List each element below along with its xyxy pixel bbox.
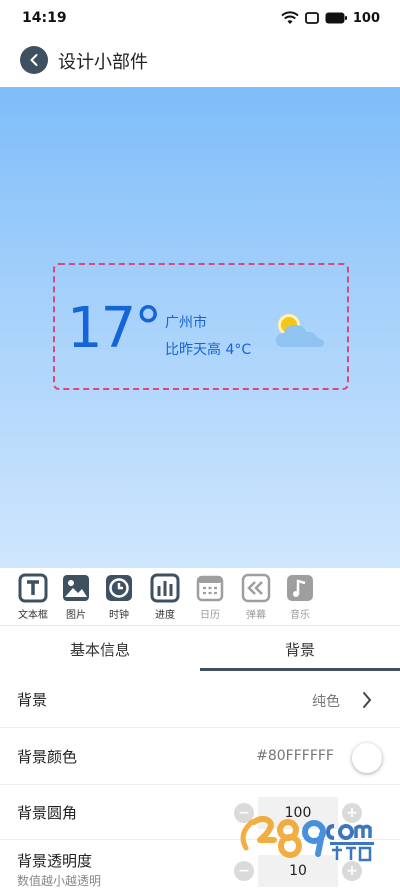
tool-music[interactable]: 音乐 <box>282 573 318 621</box>
background-color-value: #80FFFFFF <box>256 748 334 764</box>
tool-clock[interactable]: 时钟 <box>101 573 137 621</box>
app-bar: 设计小部件 <box>0 36 400 86</box>
chevron-left-icon <box>30 54 38 66</box>
tool-calendar-label: 日历 <box>200 610 220 621</box>
partly-cloudy-icon <box>276 314 325 347</box>
tool-text-label: 文本框 <box>18 610 48 621</box>
background-type-label: 背景 <box>17 691 48 709</box>
temperature-text: 17° <box>67 296 162 361</box>
signal-box-icon <box>304 12 319 24</box>
settings-tabs: 基本信息 背景 <box>0 627 400 671</box>
status-icons: 100 <box>281 9 380 27</box>
tab-background[interactable]: 背景 <box>200 627 400 671</box>
tool-text[interactable]: 文本框 <box>15 573 51 621</box>
background-color-row[interactable]: 背景颜色 #80FFFFFF <box>0 729 400 785</box>
tool-music-label: 音乐 <box>290 610 310 621</box>
widget-preview-area: 17° 广州市 比昨天高 4°C <box>0 87 400 568</box>
battery-icon <box>325 12 347 24</box>
tool-clock-label: 时钟 <box>109 610 129 621</box>
background-type-row[interactable]: 背景 纯色 <box>0 672 400 728</box>
tool-danmaku[interactable]: 弹幕 <box>238 573 274 621</box>
music-icon <box>287 575 313 601</box>
city-text: 广州市 <box>165 315 207 331</box>
component-toolbar: 文本框 图片 时钟 进度 日历 弹幕 音乐 <box>0 568 400 626</box>
status-time: 14:19 <box>22 10 67 26</box>
calendar-icon <box>196 575 224 602</box>
battery-level: 100 <box>352 10 380 26</box>
tool-image[interactable]: 图片 <box>58 573 94 621</box>
danmaku-icon <box>241 573 271 603</box>
temperature-comparison-text: 比昨天高 4°C <box>165 342 252 358</box>
clock-icon <box>106 575 132 601</box>
opacity-label: 背景透明度 <box>17 852 93 870</box>
tool-image-label: 图片 <box>66 610 86 621</box>
opacity-hint: 数值越小越透明 <box>17 874 102 888</box>
color-swatch-button[interactable] <box>352 743 382 773</box>
text-icon <box>18 573 48 603</box>
status-bar: 14:19 100 <box>0 0 400 36</box>
tab-basic-info[interactable]: 基本信息 <box>0 627 200 671</box>
background-type-value: 纯色 <box>312 694 340 710</box>
page-title: 设计小部件 <box>58 52 148 73</box>
tool-progress-label: 进度 <box>155 610 175 621</box>
progress-icon <box>150 573 180 603</box>
image-icon <box>63 575 89 601</box>
corner-radius-label: 背景圆角 <box>17 804 78 822</box>
tool-progress[interactable]: 进度 <box>147 573 183 621</box>
weather-widget[interactable]: 17° 广州市 比昨天高 4°C <box>53 263 349 390</box>
chevron-right-icon <box>363 692 372 708</box>
watermark-logo <box>240 816 374 862</box>
background-color-label: 背景颜色 <box>17 748 78 766</box>
tool-danmaku-label: 弹幕 <box>246 610 266 621</box>
back-button[interactable] <box>20 46 48 74</box>
tool-calendar[interactable]: 日历 <box>192 573 228 621</box>
wifi-icon <box>281 11 299 24</box>
active-tab-indicator <box>200 668 400 671</box>
